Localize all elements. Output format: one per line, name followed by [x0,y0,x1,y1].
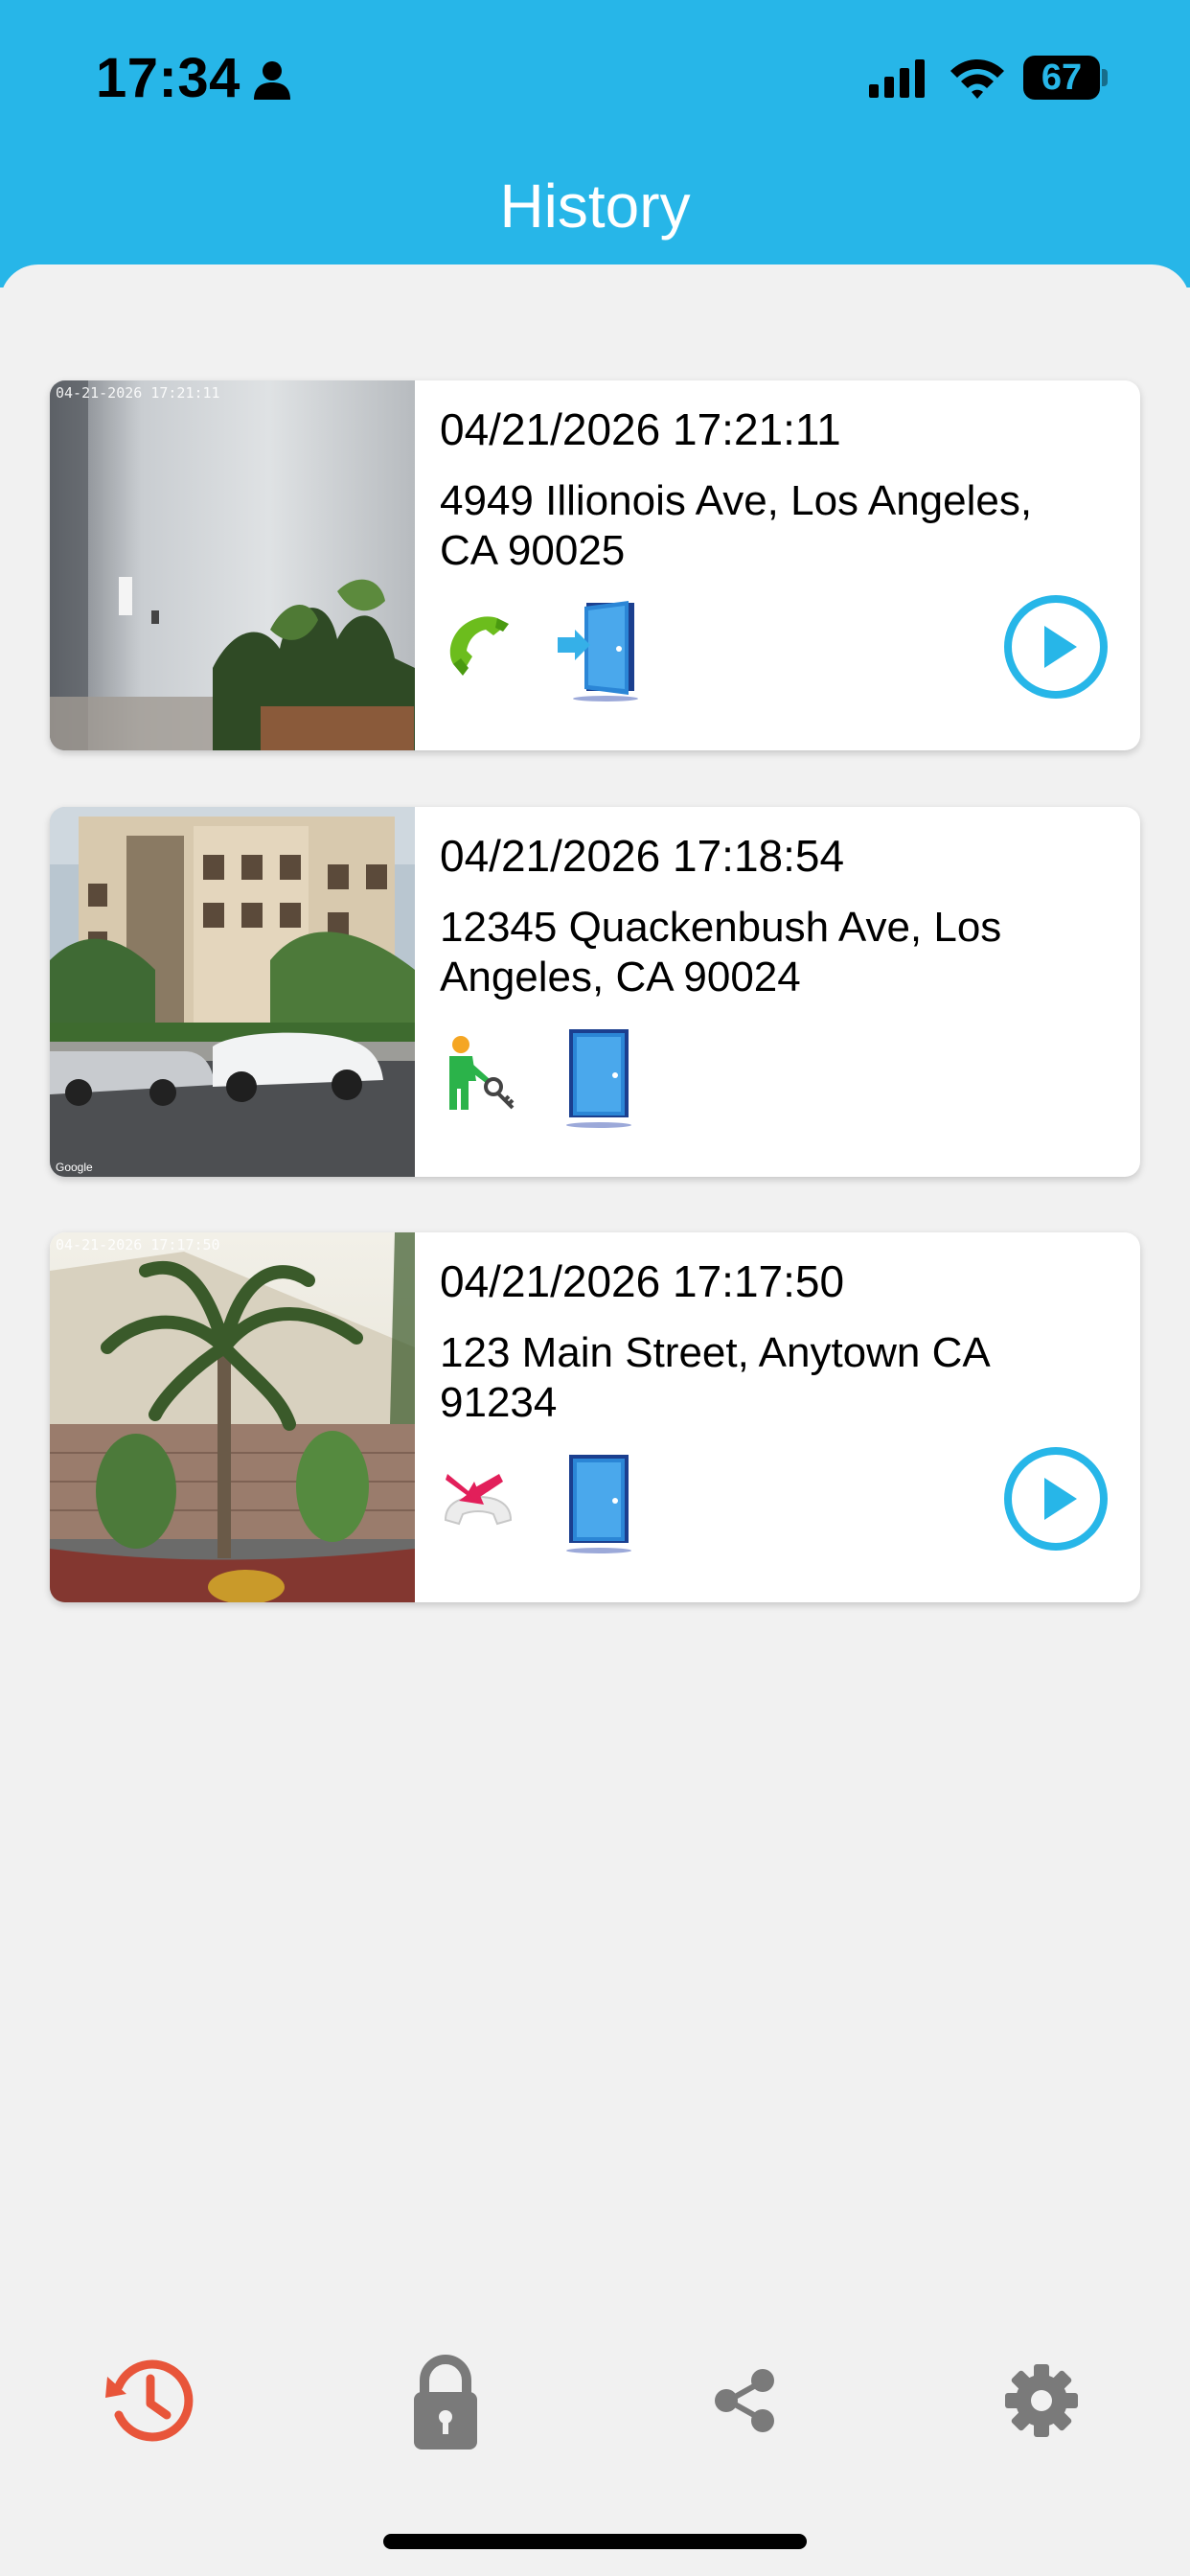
event-datetime: 04/21/2026 17:17:50 [440,1256,845,1306]
status-time: 17:34 [96,47,240,109]
header: 17:34 67 History [0,0,1190,288]
share-icon[interactable] [692,2348,797,2453]
snapshot-thumbnail[interactable]: 04-21-2026 17:17:50 [50,1232,415,1602]
history-card[interactable]: Google 04/21/2026 17:18:54 12345 Quacken… [50,807,1140,1177]
cellular-signal-icon [869,59,925,98]
battery-indicator: 67 [1023,56,1108,100]
status-bar: 17:34 67 [0,0,1190,163]
door-icon [566,1455,631,1553]
snapshot-thumbnail[interactable]: Google [50,807,415,1177]
key-person-icon [449,1036,515,1110]
door-icon [566,1029,631,1128]
home-indicator[interactable] [383,2534,807,2549]
event-address: 123 Main Street, Anytown CA 91234 [440,1329,989,1426]
gear-icon[interactable] [989,2348,1094,2453]
answered-call-icon [449,616,509,676]
play-video-button[interactable] [1002,1445,1110,1552]
event-address: 12345 Quackenbush Ave, Los Angeles, CA 9… [440,904,1002,1000]
svg-text:Google: Google [56,1161,93,1174]
event-datetime: 04/21/2026 17:21:11 [440,404,841,454]
lock-icon[interactable] [393,2348,498,2453]
door-enter-icon [558,601,638,702]
wifi-icon [950,59,1004,99]
snapshot-thumbnail[interactable]: 04-21-2026 17:21:11 [50,380,415,750]
person-icon [254,61,290,100]
event-datetime: 04/21/2026 17:18:54 [440,831,845,881]
battery-level: 67 [1041,58,1083,98]
missed-call-icon [444,1474,513,1526]
play-video-button[interactable] [1002,593,1110,701]
page-title: History [499,172,691,241]
event-address: 4949 Illionois Ave, Los Angeles, CA 9002… [440,477,1033,574]
history-icon[interactable] [98,2348,203,2453]
tab-bar [0,2300,1190,2492]
history-card[interactable]: 04-21-2026 17:17:50 04/21/2026 17:17:50 … [50,1232,1140,1602]
history-card[interactable]: 04-21-2026 17:21:11 04/21/2026 17:21:11 … [50,380,1140,750]
